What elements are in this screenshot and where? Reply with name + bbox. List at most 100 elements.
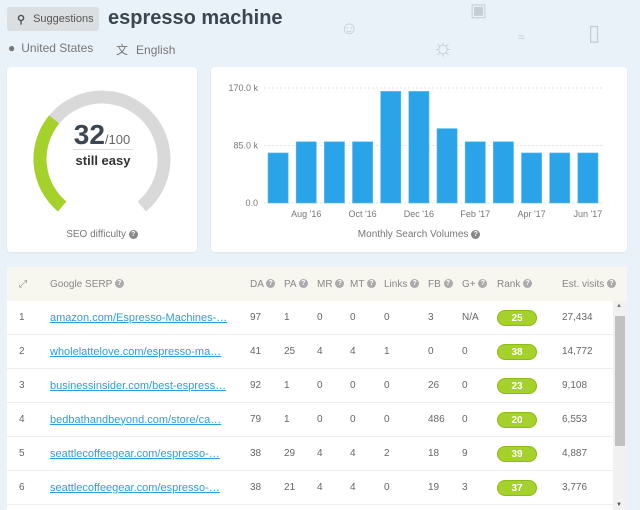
serp-link[interactable]: amazon.com/Espresso-Machines-… xyxy=(50,312,227,324)
y-tick-label: 85.0 k xyxy=(233,141,258,151)
rank-badge: 23 xyxy=(497,377,537,394)
column-header[interactable]: MT ? xyxy=(350,279,377,290)
rank-badge: 38 xyxy=(497,343,537,360)
rank-badge: 39 xyxy=(497,445,537,462)
help-icon[interactable]: ? xyxy=(523,279,533,289)
x-tick-label: Oct '16 xyxy=(348,209,376,219)
cell-g-: 0 xyxy=(462,346,468,357)
help-icon[interactable]: ? xyxy=(114,279,124,289)
serp-link[interactable]: seattlecoffeegear.com/espresso-… xyxy=(50,448,220,460)
seo-difficulty-card: 32/100 still easy SEO difficulty ? xyxy=(7,67,197,252)
help-icon[interactable]: ? xyxy=(478,279,488,289)
search-volume-card: 0.0 85.0 k 170.0 k Aug '16 Oct '16 Dec '16 Feb… xyxy=(211,67,627,252)
cell-fb: 486 xyxy=(428,414,445,425)
cell-est-visits: 6,553 xyxy=(562,414,588,425)
column-header[interactable]: PA ? xyxy=(284,279,308,290)
column-header[interactable]: Google SERP ? xyxy=(50,279,124,290)
serp-link[interactable]: wholelattelove.com/espresso-ma… xyxy=(50,346,221,358)
cell-mt: 0 xyxy=(350,380,356,391)
cell-mt: 0 xyxy=(350,312,356,323)
serp-link[interactable]: bedbathandbeyond.com/store/ca… xyxy=(50,414,221,426)
bar-Apr '17[interactable] xyxy=(521,152,542,204)
bar-Sep '16[interactable] xyxy=(324,141,345,204)
cell-pa: 21 xyxy=(284,482,296,493)
cell-pa: 25 xyxy=(284,346,296,357)
bar-Oct '16[interactable] xyxy=(352,141,373,204)
cell-links: 1 xyxy=(384,346,390,357)
bar-Dec '16[interactable] xyxy=(408,91,430,204)
phone-icon: ▯ xyxy=(588,20,601,45)
column-header[interactable]: DA ? xyxy=(250,279,276,290)
seo-caption: SEO difficulty xyxy=(66,229,127,240)
seo-score: 32 xyxy=(73,119,105,150)
x-tick-label: Apr '17 xyxy=(517,209,545,219)
help-icon[interactable]: ? xyxy=(266,279,276,289)
bar-Jan '17[interactable] xyxy=(436,128,458,204)
cell-mr: 4 xyxy=(317,482,323,493)
cell-g-: 3 xyxy=(462,482,468,493)
help-icon[interactable]: ? xyxy=(298,279,308,289)
column-header[interactable]: Rank ? xyxy=(497,279,533,290)
cell-mt: 4 xyxy=(350,482,356,493)
rank-badge: 25 xyxy=(497,309,537,326)
bar-Mar '17[interactable] xyxy=(493,141,514,204)
column-header[interactable]: G+ ? xyxy=(462,279,488,290)
table-row: 4 bedbathandbeyond.com/store/ca… 79 1 0 0 0 486… xyxy=(7,403,627,437)
person-icon: ☺ xyxy=(340,18,359,38)
cell-position: 4 xyxy=(19,414,25,425)
bar-Aug '16[interactable] xyxy=(295,141,317,204)
x-tick-label: Dec '16 xyxy=(404,209,434,219)
y-tick-label: 0.0 xyxy=(245,198,258,208)
cell-fb: 19 xyxy=(428,482,440,493)
x-tick-label: Feb '17 xyxy=(460,209,490,219)
bar-May '17[interactable] xyxy=(549,152,571,204)
cell-g-: 0 xyxy=(462,414,468,425)
scroll-down-icon[interactable]: ▼ xyxy=(616,502,622,508)
cell-pa: 29 xyxy=(284,448,296,459)
column-header[interactable]: MR ? xyxy=(317,279,345,290)
column-header[interactable]: Links ? xyxy=(384,279,420,290)
scroll-up-icon[interactable]: ▲ xyxy=(616,303,622,309)
chart-caption: Monthly Search Volumes xyxy=(357,229,469,240)
bar-Jul '16[interactable] xyxy=(267,152,289,204)
expand-icon[interactable]: ⤢ xyxy=(19,279,27,290)
help-icon[interactable]: ? xyxy=(607,279,617,289)
cell-est-visits: 4,887 xyxy=(562,448,588,459)
scrollbar-thumb[interactable] xyxy=(615,316,625,446)
help-icon[interactable]: ? xyxy=(335,279,345,289)
header: ⚲ Suggestions espresso machine ● United S… xyxy=(0,0,640,65)
column-header[interactable]: FB ? xyxy=(428,279,453,290)
cell-est-visits: 27,434 xyxy=(562,312,593,323)
table-row: 1 amazon.com/Espresso-Machines-… 97 1 0 0 0 3 N/… xyxy=(7,301,627,335)
help-icon[interactable]: ? xyxy=(443,279,453,289)
serp-link[interactable]: seattlecoffeegear.com/espresso-… xyxy=(50,482,220,494)
location: ● United States xyxy=(8,41,94,55)
cell-est-visits: 14,772 xyxy=(562,346,593,357)
help-icon[interactable]: ? xyxy=(128,229,138,239)
suggestions-button[interactable]: ⚲ Suggestions xyxy=(7,7,99,31)
help-icon[interactable]: ? xyxy=(367,279,377,289)
cell-est-visits: 9,108 xyxy=(562,380,588,391)
cell-mr: 0 xyxy=(317,380,323,391)
help-icon[interactable]: ? xyxy=(471,229,481,239)
column-header[interactable]: Est. visits ? xyxy=(562,279,617,290)
cell-position: 5 xyxy=(19,448,25,459)
cell-fb: 3 xyxy=(428,312,434,323)
scrollbar[interactable]: ▲ ▼ xyxy=(613,301,627,510)
serp-link[interactable]: businessinsider.com/best-espress… xyxy=(50,380,226,392)
x-tick-label: Aug '16 xyxy=(291,209,321,219)
bar-Jun '17[interactable] xyxy=(577,152,599,204)
cell-links: 2 xyxy=(384,448,390,459)
cell-mr: 4 xyxy=(317,448,323,459)
help-icon[interactable]: ? xyxy=(410,279,420,289)
cell-position: 6 xyxy=(19,482,25,493)
cell-mt: 4 xyxy=(350,346,356,357)
bar-Nov '16[interactable] xyxy=(380,91,402,204)
sun-icon: ☼ xyxy=(432,34,454,61)
search-volume-chart: 0.0 85.0 k 170.0 k Aug '16 Oct '16 Dec '16 Feb… xyxy=(228,83,602,219)
bar-Feb '17[interactable] xyxy=(464,141,486,204)
cell-mr: 0 xyxy=(317,414,323,425)
keyword-title: espresso machine xyxy=(108,7,283,29)
y-tick-label: 170.0 k xyxy=(228,83,258,93)
cell-pa: 1 xyxy=(284,380,290,391)
